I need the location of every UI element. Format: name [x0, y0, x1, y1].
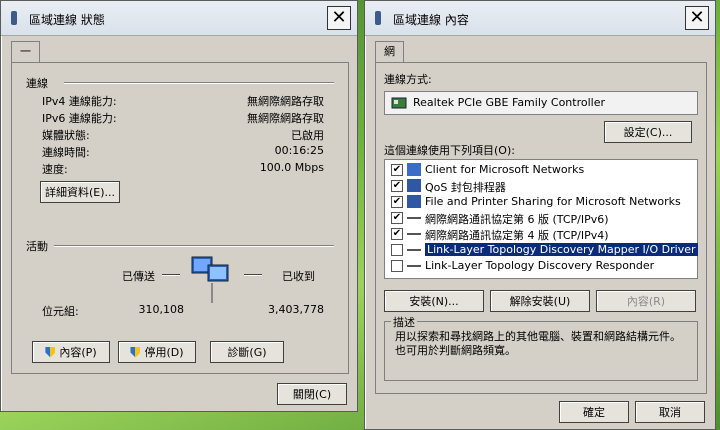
- item-checkbox[interactable]: ✔: [391, 228, 403, 240]
- description-text: 用以探索和尋找網路上的其他電腦、裝置和網路結構元件。也可用於判斷網路頻寬。: [395, 330, 681, 357]
- description-heading: 描述: [391, 314, 417, 330]
- item-label: 網際網路通訊協定第 4 版 (TCP/IPv4): [425, 229, 609, 242]
- item-properties-button[interactable]: 內容(R): [596, 290, 696, 312]
- network-connection-icon: [11, 11, 17, 25]
- list-item[interactable]: ✔ QoS 封包排程器: [385, 178, 697, 194]
- configure-button[interactable]: 設定(C)...: [604, 121, 692, 143]
- ipv6-label: IPv6 連線能力:: [42, 112, 117, 125]
- item-label: Link-Layer Topology Discovery Responder: [425, 259, 655, 272]
- sent-label: 已傳送: [122, 270, 155, 283]
- list-item-selected[interactable]: Link-Layer Topology Discovery Mapper I/O…: [385, 242, 698, 258]
- speed-value: 100.0 Mbps: [259, 161, 324, 174]
- title-bar[interactable]: 區域連線 狀態 ✕: [1, 1, 357, 36]
- properties-button[interactable]: 內容(P): [32, 341, 110, 363]
- protocol-icon: [407, 243, 421, 256]
- media-state-value: 已啟用: [291, 129, 324, 142]
- properties-dialog: 區域連線 內容 ✕ 網路功能 連線方式: Realtek PCIe GBE Fa…: [364, 0, 716, 430]
- connect-using-label: 連線方式:: [384, 73, 432, 86]
- divider: [54, 245, 334, 247]
- close-icon[interactable]: ✕: [685, 6, 709, 30]
- protocol-icon: [407, 211, 421, 224]
- ipv4-label: IPv4 連線能力:: [42, 95, 117, 108]
- list-item[interactable]: ✔ File and Printer Sharing for Microsoft…: [385, 194, 697, 210]
- connection-section-heading: 連線: [26, 77, 48, 90]
- list-item[interactable]: Link-Layer Topology Discovery Responder: [385, 258, 697, 274]
- close-button[interactable]: 關閉(C): [277, 383, 347, 405]
- ok-button[interactable]: 確定: [559, 401, 629, 423]
- item-label: Link-Layer Topology Discovery Mapper I/O…: [425, 243, 698, 256]
- item-checkbox[interactable]: ✔: [391, 212, 403, 224]
- list-item[interactable]: ✔ 網際網路通訊協定第 6 版 (TCP/IPv6): [385, 210, 697, 226]
- media-state-label: 媒體狀態:: [42, 129, 90, 142]
- bytes-received-value: 3,403,778: [268, 303, 324, 316]
- ipv4-value: 無網際網路存取: [247, 95, 324, 108]
- divider: [64, 82, 334, 84]
- item-label: Client for Microsoft Networks: [425, 163, 585, 176]
- adapter-name: Realtek PCIe GBE Family Controller: [413, 96, 606, 109]
- received-label: 已收到: [282, 270, 315, 283]
- network-service-icon: [407, 195, 421, 208]
- window-title: 區域連線 內容: [393, 13, 469, 27]
- description-groupbox: 描述 用以探索和尋找網路上的其他電腦、裝置和網路結構元件。也可用於判斷網路頻寬。: [384, 314, 698, 381]
- shield-icon: [45, 346, 56, 358]
- diagnose-button[interactable]: 診斷(G): [210, 341, 284, 363]
- bytes-label: 位元組:: [42, 305, 79, 318]
- received-line: [244, 274, 262, 276]
- list-item[interactable]: ✔ 網際網路通訊協定第 4 版 (TCP/IPv4): [385, 226, 697, 242]
- activity-section-heading: 活動: [26, 240, 48, 253]
- duration-value: 00:16:25: [274, 144, 324, 157]
- item-label: 網際網路通訊協定第 6 版 (TCP/IPv6): [425, 213, 609, 226]
- item-checkbox[interactable]: ✔: [391, 196, 403, 208]
- item-checkbox[interactable]: [391, 244, 403, 256]
- protocol-icon: [407, 259, 421, 272]
- network-activity-icon: [191, 256, 229, 303]
- item-checkbox[interactable]: [391, 260, 403, 272]
- networking-tab-panel: 連線方式: Realtek PCIe GBE Family Controller…: [375, 62, 707, 394]
- network-connection-icon: [375, 11, 381, 25]
- general-tab-panel: 連線 IPv4 連線能力: 無網際網路存取 IPv6 連線能力: 無網際網路存取…: [11, 62, 349, 374]
- sent-line: [162, 274, 180, 276]
- network-client-icon: [407, 163, 421, 176]
- components-list[interactable]: ✔ Client for Microsoft Networks ✔ QoS 封包…: [384, 159, 698, 279]
- speed-label: 速度:: [42, 163, 68, 176]
- item-label: File and Printer Sharing for Microsoft N…: [425, 195, 681, 208]
- uninstall-button[interactable]: 解除安裝(U): [490, 290, 590, 312]
- cancel-button[interactable]: 取消: [635, 401, 705, 423]
- item-checkbox[interactable]: ✔: [391, 164, 403, 176]
- adapter-field: Realtek PCIe GBE Family Controller: [384, 91, 698, 115]
- network-adapter-icon: [391, 97, 407, 109]
- shield-icon: [130, 346, 141, 358]
- disable-button[interactable]: 停用(D): [118, 341, 196, 363]
- duration-label: 連線時間:: [42, 146, 90, 159]
- items-label: 這個連線使用下列項目(O):: [384, 144, 515, 157]
- status-dialog: 區域連線 狀態 ✕ 一般 連線 IPv4 連線能力: 無網際網路存取 IPv6 …: [0, 0, 358, 412]
- details-button[interactable]: 詳細資料(E)...: [40, 181, 120, 203]
- close-icon[interactable]: ✕: [327, 6, 351, 30]
- network-service-icon: [407, 179, 421, 192]
- item-checkbox[interactable]: ✔: [391, 180, 403, 192]
- properties-button-label: 內容(P): [59, 346, 97, 359]
- tab-networking[interactable]: 網路功能: [375, 41, 404, 118]
- protocol-icon: [407, 227, 421, 240]
- item-label: QoS 封包排程器: [425, 181, 506, 194]
- title-bar[interactable]: 區域連線 內容 ✕: [365, 1, 715, 36]
- bytes-sent-value: 310,108: [138, 303, 185, 316]
- install-button[interactable]: 安裝(N)...: [384, 290, 484, 312]
- list-item[interactable]: ✔ Client for Microsoft Networks: [385, 162, 697, 178]
- window-title: 區域連線 狀態: [29, 13, 105, 27]
- ipv6-value: 無網際網路存取: [247, 112, 324, 125]
- disable-button-label: 停用(D): [144, 346, 184, 359]
- tab-general[interactable]: 一般: [11, 41, 40, 78]
